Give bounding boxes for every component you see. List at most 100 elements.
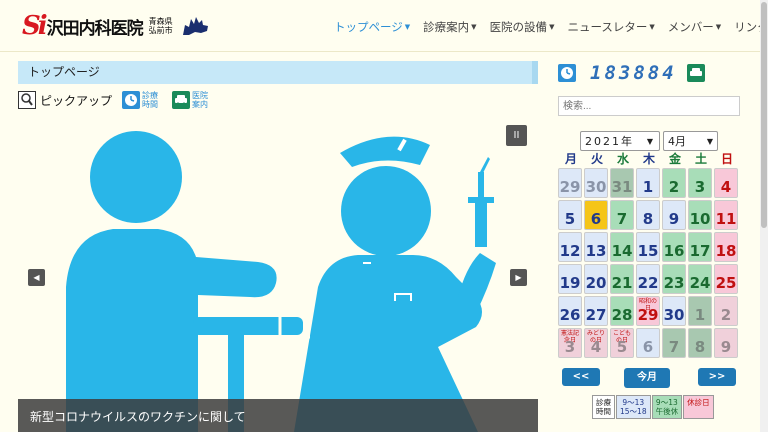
calendar-day[interactable]: 2	[662, 168, 686, 198]
calendar-day[interactable]: 2	[714, 296, 738, 326]
calendar-day[interactable]: 31	[610, 168, 634, 198]
calendar-day[interactable]: 7	[662, 328, 686, 358]
calendar-day[interactable]: 5	[558, 200, 582, 230]
scrollbar-thumb[interactable]	[761, 2, 767, 228]
day-number: 4	[590, 338, 602, 356]
chevron-down-icon: ▼	[706, 136, 713, 146]
nav-item-1[interactable]: 診療案内 ▼	[423, 19, 476, 35]
calendar-day[interactable]: 10	[688, 200, 712, 230]
guide-link[interactable]: 医院案内	[172, 91, 212, 109]
calendar-day[interactable]: 6	[584, 200, 608, 230]
hours-link[interactable]: 診療時間	[122, 91, 162, 109]
hero-slider[interactable]: II ◀ ▶ 新型コロナウイルスのワクチンに関して	[18, 117, 538, 432]
calendar-day[interactable]: 30	[584, 168, 608, 198]
day-number: 25	[715, 274, 737, 292]
calendar-day[interactable]: 3	[688, 168, 712, 198]
logo-prefecture: 青森県弘前市	[148, 17, 173, 35]
car-icon	[172, 91, 191, 109]
day-number: 21	[611, 274, 633, 292]
calendar-day[interactable]: 18	[714, 232, 738, 262]
day-number: 10	[689, 210, 711, 228]
calendar-day[interactable]: 27	[584, 296, 608, 326]
syringe-barrel	[475, 203, 487, 247]
calendar-day[interactable]: 23	[662, 264, 686, 294]
calendar-day[interactable]: 1	[688, 296, 712, 326]
calendar-day[interactable]: 7	[610, 200, 634, 230]
day-number: 7	[616, 210, 628, 228]
nav-item-label: ニュースレター	[567, 20, 648, 34]
site-logo[interactable]: Si 沢田内科医院 青森県弘前市	[22, 12, 211, 40]
day-number: 26	[559, 306, 581, 324]
day-number: 22	[637, 274, 659, 292]
calendar-day[interactable]: 22	[636, 264, 660, 294]
aomori-map-icon	[182, 17, 208, 35]
nav-item-0[interactable]: トップページ ▼	[334, 19, 410, 35]
calendar-day[interactable]: 13	[584, 232, 608, 262]
calendar-day[interactable]: 26	[558, 296, 582, 326]
legend-item: 9～13 午後休	[651, 395, 683, 419]
page-scrollbar[interactable]	[760, 0, 768, 432]
day-number: 3	[564, 338, 576, 356]
calendar-day[interactable]: 14	[610, 232, 634, 262]
visitor-counter: 183884	[558, 62, 740, 84]
pause-button[interactable]: II	[506, 125, 527, 146]
day-number: 30	[663, 306, 685, 324]
calendar-day[interactable]: 12	[558, 232, 582, 262]
prev-month-button[interactable]: <<	[562, 368, 600, 386]
calendar-day[interactable]: 9	[662, 200, 686, 230]
calendar-day[interactable]: 憲法記念日 3	[558, 328, 582, 358]
day-number: 11	[715, 210, 737, 228]
pickup-link[interactable]: ピックアップ	[18, 91, 112, 109]
legend-item: 休診日	[683, 395, 714, 419]
day-number: 4	[720, 178, 732, 196]
hours-label: 診療時間	[142, 91, 159, 109]
day-number: 12	[559, 242, 581, 260]
calendar-day[interactable]: 24	[688, 264, 712, 294]
chevron-down-icon: ▼	[471, 23, 477, 31]
syringe-needle	[480, 157, 490, 173]
this-month-button[interactable]: 今月	[624, 368, 670, 388]
year-select-value: 2021年	[585, 135, 634, 148]
calendar-day[interactable]: 25	[714, 264, 738, 294]
slider-prev-button[interactable]: ◀	[28, 269, 45, 286]
year-select[interactable]: 2021年 ▼	[580, 131, 660, 151]
next-month-button[interactable]: >>	[698, 368, 736, 386]
calendar-day[interactable]: 11	[714, 200, 738, 230]
logo-clinic-name: 沢田内科医院	[46, 18, 144, 39]
counter-value: 183884	[590, 62, 677, 84]
calendar-day[interactable]: 21	[610, 264, 634, 294]
slider-next-button[interactable]: ▶	[510, 269, 527, 286]
calendar-selects: 2021年 ▼ 4月 ▼	[580, 131, 718, 151]
calendar-day[interactable]: 30	[662, 296, 686, 326]
calendar-day[interactable]: 20	[584, 264, 608, 294]
day-number: 6	[642, 338, 654, 356]
calendar-day[interactable]: 6	[636, 328, 660, 358]
slide-caption[interactable]: 新型コロナウイルスのワクチンに関して	[18, 399, 538, 432]
nav-item-4[interactable]: メンバー ▼	[668, 19, 721, 35]
nav-item-3[interactable]: ニュースレター ▼	[567, 19, 654, 35]
calendar-day[interactable]: 15	[636, 232, 660, 262]
calendar-day[interactable]: 昭和の日 29	[636, 296, 660, 326]
car-icon	[686, 64, 705, 82]
calendar-day[interactable]: 4	[714, 168, 738, 198]
month-select[interactable]: 4月 ▼	[663, 131, 718, 151]
clock-icon	[122, 91, 141, 109]
calendar-day[interactable]: 9	[714, 328, 738, 358]
calendar-day[interactable]: 17	[688, 232, 712, 262]
calendar-day[interactable]: 28	[610, 296, 634, 326]
calendar-day[interactable]: こどもの日 5	[610, 328, 634, 358]
calendar-day[interactable]: みどりの日 4	[584, 328, 608, 358]
calendar-day[interactable]: 8	[636, 200, 660, 230]
chevron-down-icon: ▼	[549, 23, 555, 31]
calendar-day[interactable]: 1	[636, 168, 660, 198]
nav-item-2[interactable]: 医院の設備 ▼	[490, 19, 555, 35]
calendar-day[interactable]: 16	[662, 232, 686, 262]
calendar-day[interactable]: 19	[558, 264, 582, 294]
nav-item-label: 診療案内	[423, 20, 470, 34]
search-input[interactable]	[558, 96, 740, 116]
calendar-day[interactable]: 8	[688, 328, 712, 358]
day-number: 18	[715, 242, 737, 260]
calendar-day[interactable]: 29	[558, 168, 582, 198]
weekday-label: 金	[668, 152, 681, 166]
day-number: 9	[668, 210, 680, 228]
